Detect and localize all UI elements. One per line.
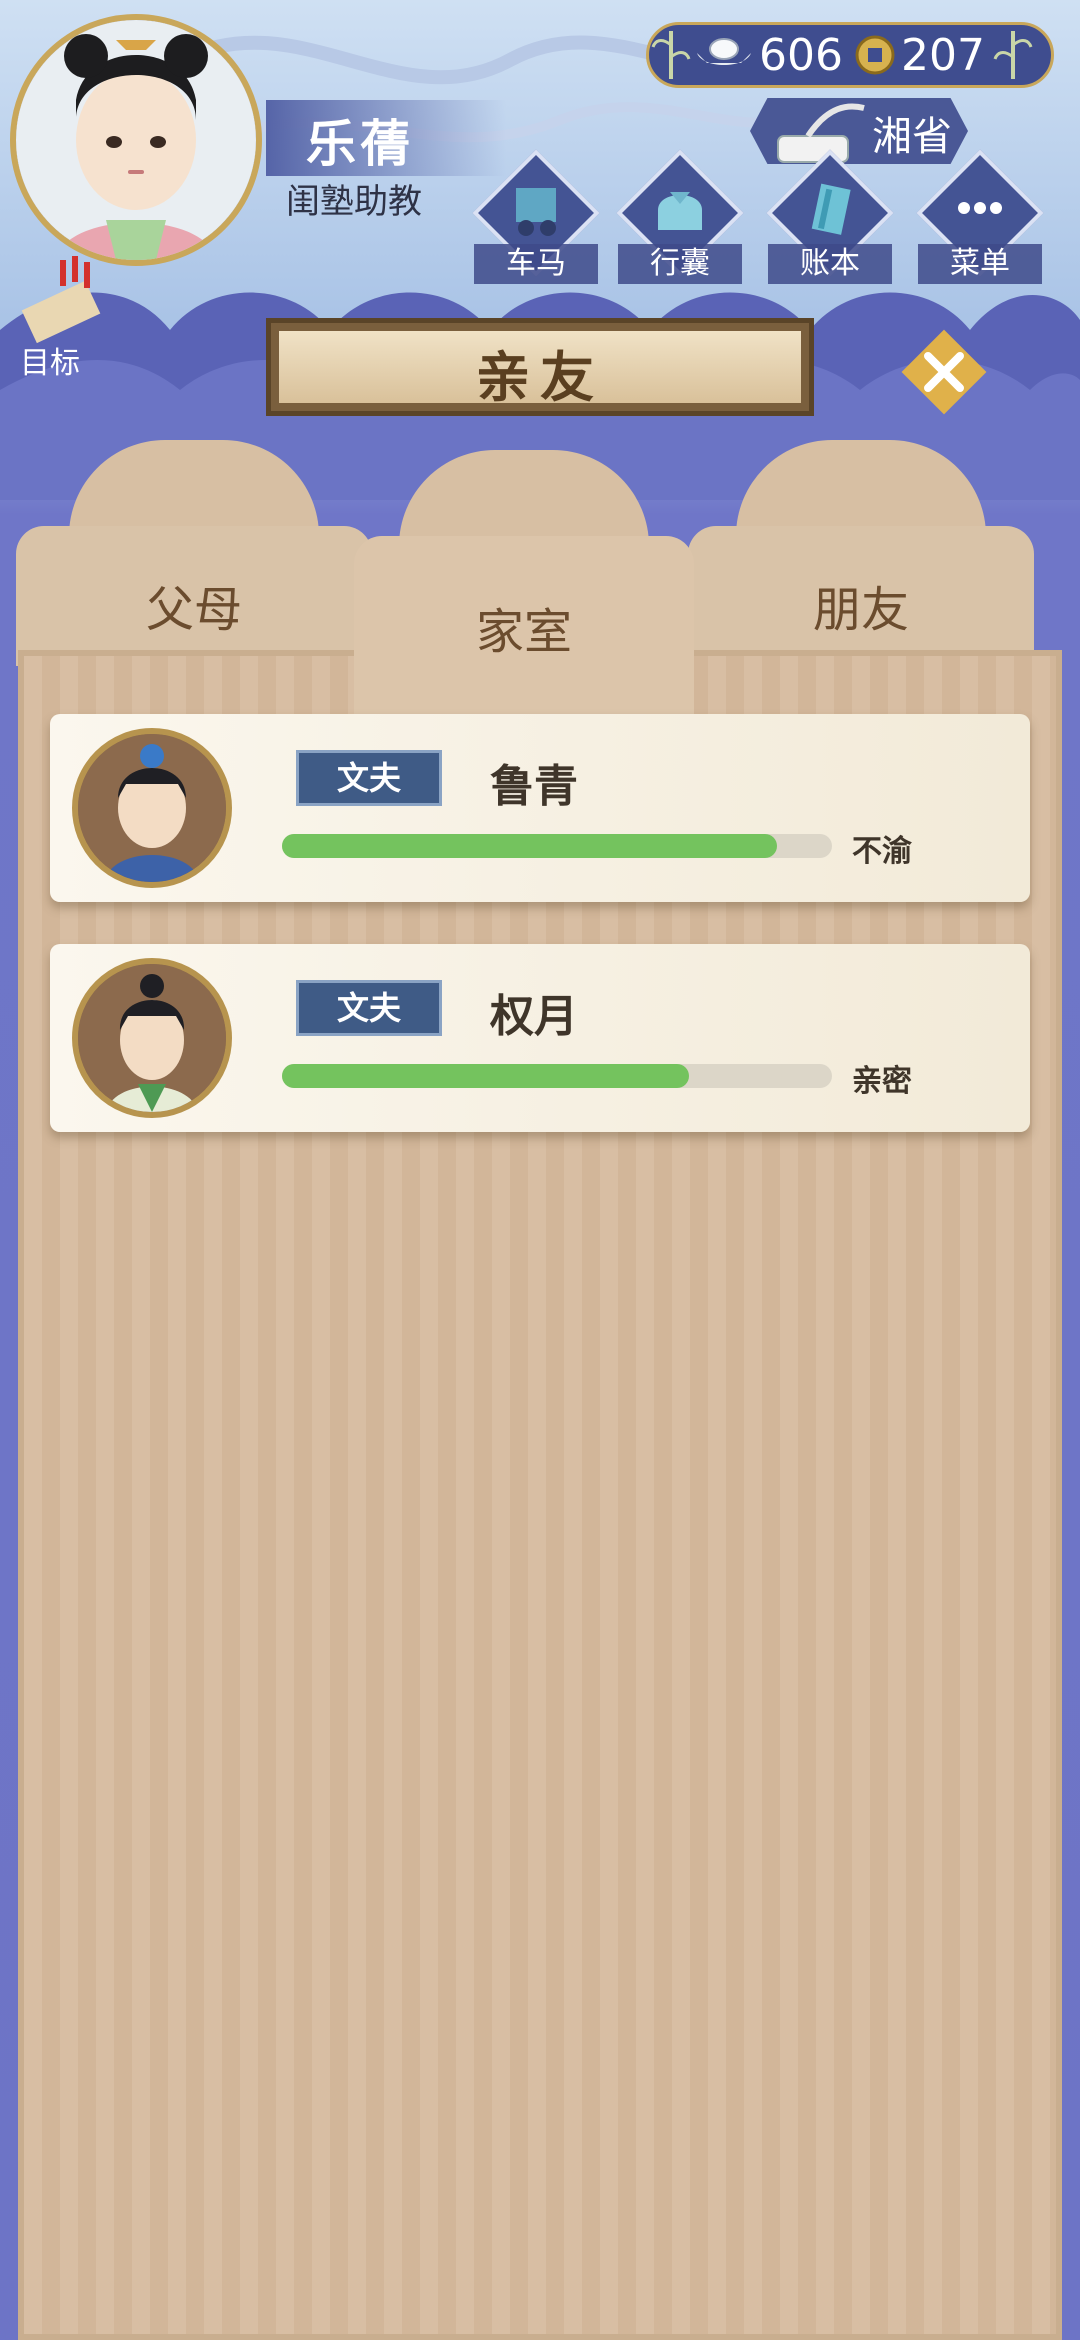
tab-label: 父母 xyxy=(145,582,242,638)
close-button[interactable] xyxy=(892,320,996,424)
affinity-bar xyxy=(282,834,832,858)
menu-label: 车马 xyxy=(474,244,598,284)
menu-label: 菜单 xyxy=(918,244,1042,284)
character-name: 鲁青 xyxy=(490,761,578,812)
menu-label: 账本 xyxy=(768,244,892,284)
affinity-bar-fill xyxy=(282,834,777,858)
affinity-bar-fill xyxy=(282,1064,689,1088)
character-avatar xyxy=(72,958,232,1118)
carriage-icon xyxy=(516,188,556,236)
menu-carriage-button[interactable]: 车马 xyxy=(472,149,600,292)
player-title: 闺塾助教 xyxy=(286,182,422,222)
player-name: 乐蒨 xyxy=(306,115,414,173)
copper-coin-icon xyxy=(855,35,895,75)
relation-status: 不渝 xyxy=(852,834,912,869)
close-icon xyxy=(901,329,987,415)
menu-label: 行囊 xyxy=(618,244,742,284)
relation-tag: 文夫 xyxy=(296,750,442,806)
character-name: 权月 xyxy=(490,991,578,1042)
character-avatar xyxy=(72,728,232,888)
bamboo-left-icon xyxy=(651,31,691,79)
more-icon xyxy=(958,202,1002,214)
relation-card[interactable]: 文夫 权月 亲密 xyxy=(50,944,1030,1132)
currency-bar: 606 207 xyxy=(646,22,1054,88)
menu-bundle-button[interactable]: 行囊 xyxy=(616,149,744,292)
husband-portrait-icon xyxy=(78,964,226,1112)
husband-portrait-icon xyxy=(78,734,226,882)
tab-friends[interactable]: 朋友 xyxy=(688,440,1034,666)
banner-title: 亲友 xyxy=(476,346,604,409)
province-label: 湘省 xyxy=(872,114,952,160)
bamboo-right-icon xyxy=(993,31,1033,79)
player-avatar[interactable] xyxy=(10,14,262,266)
affinity-bar xyxy=(282,1064,832,1088)
silver-amount: 606 xyxy=(759,29,843,81)
silver-ingot-icon xyxy=(697,38,751,65)
menu-more-button[interactable]: 菜单 xyxy=(916,149,1044,292)
tab-household[interactable]: 家室 xyxy=(354,450,694,736)
player-portrait-icon xyxy=(16,20,256,260)
relation-tag: 文夫 xyxy=(296,980,442,1036)
tab-parents[interactable]: 父母 xyxy=(16,440,372,666)
copper-amount: 207 xyxy=(900,29,985,81)
tab-label: 朋友 xyxy=(812,582,909,638)
ledger-icon xyxy=(811,183,851,235)
section-banner: 亲友 xyxy=(266,318,814,416)
inkstone-icon xyxy=(777,103,865,163)
bundle-icon xyxy=(658,192,702,230)
relation-status: 亲密 xyxy=(852,1064,912,1099)
relation-card[interactable]: 文夫 鲁青 不渝 xyxy=(50,714,1030,902)
tab-label: 家室 xyxy=(475,604,572,660)
scroll-icon xyxy=(21,256,101,344)
goal-label: 目标 xyxy=(20,346,80,381)
menu-ledger-button[interactable]: 账本 xyxy=(766,149,894,292)
content-panel xyxy=(18,650,1062,2340)
